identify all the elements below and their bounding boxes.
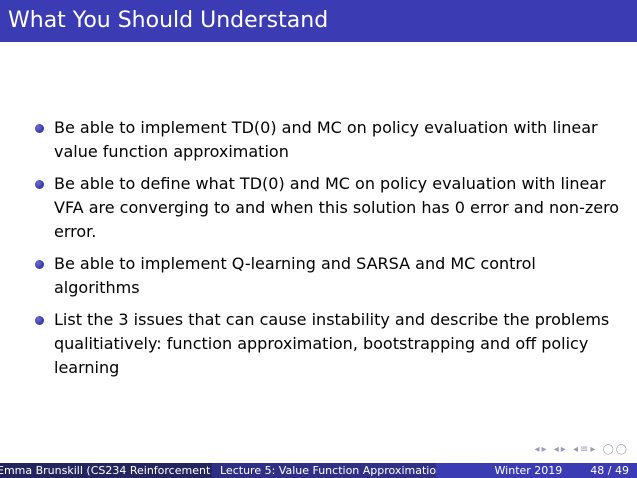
bullet-item: Be able to implement Q-learning and SARS… (35, 252, 625, 300)
bullet-item: Be able to define what TD(0) and MC on p… (35, 172, 625, 244)
bullet-dot-icon (35, 124, 44, 133)
bullet-list: Be able to implement TD(0) and MC on pol… (35, 116, 625, 388)
bullet-dot-icon (35, 316, 44, 325)
right-arrow-icon[interactable]: ▸ (542, 444, 549, 455)
bullet-text: Be able to define what TD(0) and MC on p… (54, 174, 620, 241)
beamer-navigation[interactable]: ◂▸ ◂▸ ◂≡▸ ◯◯ (535, 444, 629, 455)
bullet-dot-icon (35, 260, 44, 269)
slide-content: Be able to implement TD(0) and MC on pol… (0, 0, 637, 478)
footer-lecture-text: Lecture 5: Value Function Approximation (220, 464, 436, 477)
bullet-text: Be able to implement TD(0) and MC on pol… (54, 118, 598, 161)
bullet-item: List the 3 issues that can cause instabi… (35, 308, 625, 380)
bullet-text: Be able to implement Q-learning and SARS… (54, 254, 536, 297)
slide-footer: Emma Brunskill (CS234 Reinforcement Lear… (0, 463, 637, 478)
left-arrow-icon[interactable]: ◂ (535, 444, 542, 455)
bullet-text: List the 3 issues that can cause instabi… (54, 310, 610, 377)
footer-lecture: Lecture 5: Value Function Approximation (212, 463, 436, 478)
subsection-icon[interactable]: ◂≡▸ (573, 444, 597, 455)
footer-right: Winter 2019 48 / 49 (436, 463, 637, 478)
footer-author: Emma Brunskill (CS234 Reinforcement Lear… (0, 463, 212, 478)
footer-date: Winter 2019 (494, 464, 563, 477)
search-icon[interactable]: ◯◯ (603, 444, 629, 455)
bullet-dot-icon (35, 180, 44, 189)
footer-page: 48 / 49 (590, 464, 629, 477)
bullet-item: Be able to implement TD(0) and MC on pol… (35, 116, 625, 164)
section-icon[interactable]: ◂▸ (554, 444, 568, 455)
footer-author-text: Emma Brunskill (CS234 Reinforcement Lear… (0, 464, 212, 477)
